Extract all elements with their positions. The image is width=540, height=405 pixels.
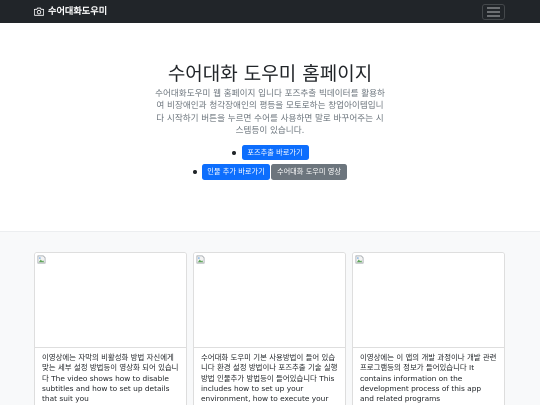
card-text: 이영상에는 이 앱의 개발 과정이나 개발 관련 프로그램등의 정보가 들어있습… <box>360 353 497 404</box>
brand-title: 수어대화도우미 <box>48 5 108 17</box>
card-body: 이영상에는 이 앱의 개발 과정이나 개발 관련 프로그램등의 정보가 들어있습… <box>353 348 504 405</box>
card-image <box>194 253 345 348</box>
video-card: 이영상에는 자막의 비활성화 방법 자신에게 맞는 세부 설정 방법등이 영상화… <box>34 252 187 405</box>
card-image <box>353 253 504 348</box>
navbar-toggler-button[interactable] <box>482 4 505 20</box>
hero-lead-text: 수어대화도우미 웹 홈페이지 입니다 포즈추출 빅데이터를 활용하여 비장애인과… <box>155 89 385 137</box>
bullet-icon <box>193 170 197 174</box>
page-title: 수어대화 도우미 홈페이지 <box>167 63 373 85</box>
album-section: 이영상에는 자막의 비활성화 방법 자신에게 맞는 세부 설정 방법등이 영상화… <box>0 231 540 405</box>
card-text: 이영상에는 자막의 비활성화 방법 자신에게 맞는 세부 설정 방법등이 영상화… <box>42 353 179 404</box>
hamburger-menu-icon <box>487 7 500 17</box>
list-item: 인물 추가 바로가기 수어대화 도우미 영상 <box>0 164 540 180</box>
list-item: 포즈추출 바로가기 <box>0 145 540 160</box>
camera-icon <box>34 7 44 16</box>
broken-image-icon <box>37 255 46 264</box>
broken-image-icon <box>355 255 364 264</box>
broken-image-icon <box>196 255 205 264</box>
pose-extraction-button[interactable]: 포즈추출 바로가기 <box>241 145 309 160</box>
card-image <box>35 253 186 348</box>
card-text: 수어대화 도우미 기본 사용방법이 들어 있습니다 환경 설정 방법이나 포즈추… <box>201 353 338 404</box>
navbar-brand-link[interactable]: 수어대화도우미 <box>34 0 107 23</box>
card-body: 수어대화 도우미 기본 사용방법이 들어 있습니다 환경 설정 방법이나 포즈추… <box>194 348 345 405</box>
navbar: 수어대화도우미 <box>0 0 540 23</box>
video-card: 수어대화 도우미 기본 사용방법이 들어 있습니다 환경 설정 방법이나 포즈추… <box>193 252 346 405</box>
video-button[interactable]: 수어대화 도우미 영상 <box>271 164 347 180</box>
hero-section: 수어대화 도우미 홈페이지 수어대화도우미 웹 홈페이지 입니다 포즈추출 빅데… <box>0 23 540 231</box>
add-person-button[interactable]: 인물 추가 바로가기 <box>202 164 270 180</box>
video-card: 이영상에는 이 앱의 개발 과정이나 개발 관련 프로그램등의 정보가 들어있습… <box>352 252 505 405</box>
card-grid: 이영상에는 자막의 비활성화 방법 자신에게 맞는 세부 설정 방법등이 영상화… <box>34 252 505 405</box>
card-body: 이영상에는 자막의 비활성화 방법 자신에게 맞는 세부 설정 방법등이 영상화… <box>35 348 186 405</box>
bullet-icon <box>231 150 236 155</box>
